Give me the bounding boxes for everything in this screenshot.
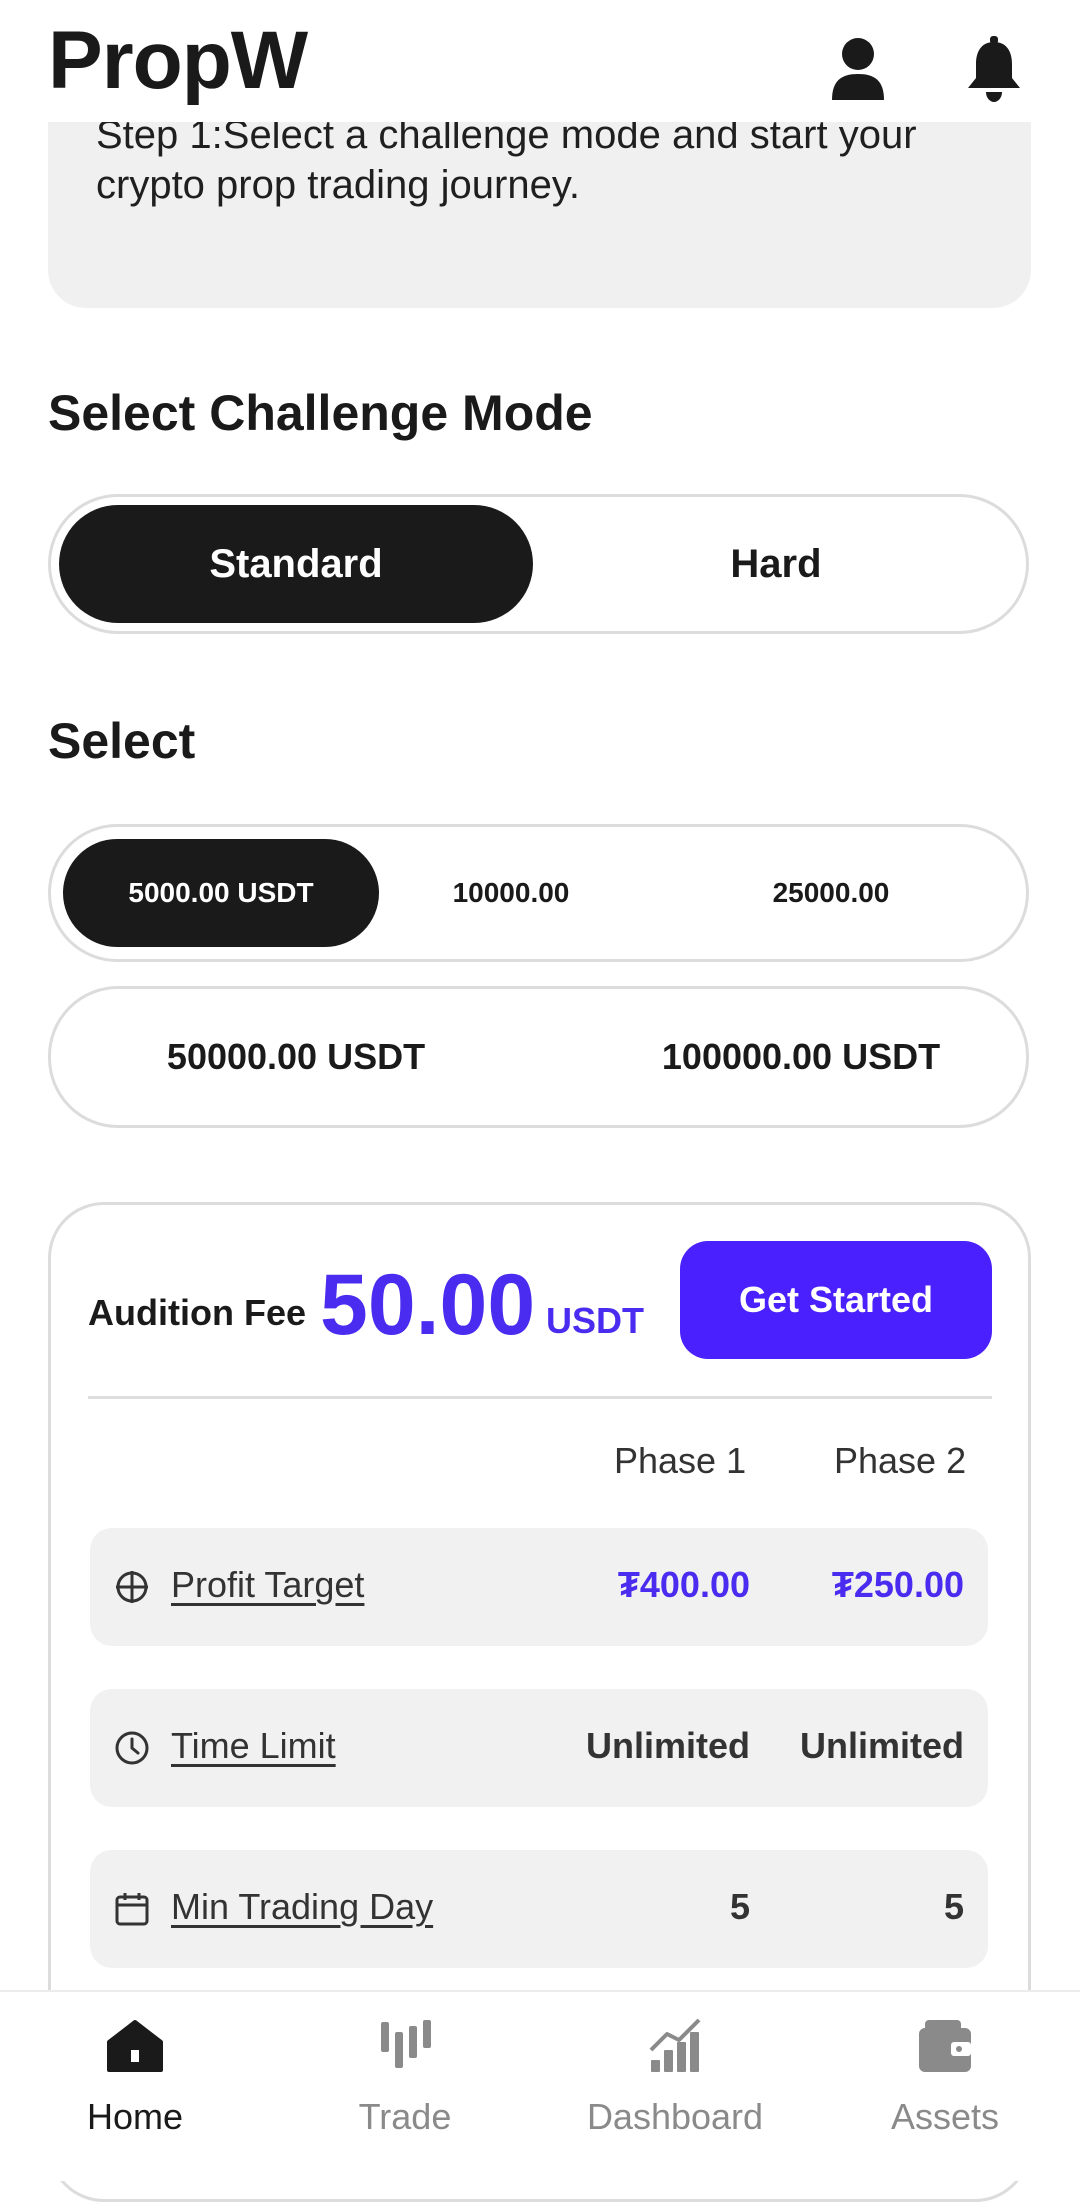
profile-icon[interactable] — [828, 34, 888, 104]
nav-dashboard-label: Dashboard — [586, 2096, 764, 2137]
audition-fee-label: Audition Fee — [88, 1292, 306, 1333]
calendar-icon — [114, 1891, 150, 1927]
audition-fee-unit: USDT — [546, 1300, 644, 1341]
target-icon — [114, 1569, 150, 1605]
bell-icon[interactable] — [964, 34, 1024, 104]
candlestick-icon — [375, 2016, 435, 2076]
challenge-mode-title: Select Challenge Mode — [48, 385, 593, 441]
chart-icon — [645, 2016, 705, 2076]
bottom-nav: Home Trade Dashboard Assets — [0, 1990, 1080, 2181]
amount-25000-button[interactable]: 25000.00 — [701, 839, 961, 947]
nav-trade-label: Trade — [358, 2096, 452, 2137]
info-text: Step 1:Select a challenge mode and start… — [96, 122, 917, 207]
phase-1-header: Phase 1 — [614, 1440, 747, 1481]
mode-standard-button[interactable]: Standard — [59, 505, 533, 623]
amount-100000-button[interactable]: 100000.00 USDT — [611, 1003, 991, 1111]
amount-row-1: 5000.00 USDT 10000.00 25000.00 — [48, 824, 1029, 962]
nav-assets[interactable]: Assets — [810, 1992, 1080, 2181]
nav-home[interactable]: Home — [0, 1992, 270, 2181]
min-trading-day-phase-1: 5 — [729, 1886, 750, 1927]
amount-select-title: Select — [48, 713, 196, 769]
profit-target-phase-1: ₮400.00 — [617, 1564, 750, 1605]
min-trading-day-label[interactable]: Min Trading Day — [171, 1886, 433, 1928]
divider — [88, 1396, 992, 1399]
time-limit-phase-1: Unlimited — [585, 1725, 750, 1766]
nav-home-label: Home — [86, 2096, 184, 2137]
audition-fee-amount: 50.00 — [320, 1257, 536, 1353]
amount-10000-button[interactable]: 10000.00 — [391, 839, 631, 947]
wallet-icon — [915, 2016, 975, 2076]
info-card: Step 1:Select a challenge mode and start… — [48, 122, 1031, 308]
rule-row-min-trading-day: Min Trading Day 5 5 — [90, 1850, 988, 1968]
amount-5000-button[interactable]: 5000.00 USDT — [63, 839, 379, 947]
nav-dashboard[interactable]: Dashboard — [540, 1992, 810, 2181]
get-started-button[interactable]: Get Started — [680, 1241, 992, 1359]
amount-row-2: 50000.00 USDT 100000.00 USDT — [48, 986, 1029, 1128]
profit-target-label[interactable]: Profit Target — [171, 1564, 364, 1606]
time-limit-phase-2: Unlimited — [799, 1725, 964, 1766]
nav-assets-label: Assets — [890, 2096, 1000, 2137]
mode-hard-button[interactable]: Hard — [591, 505, 961, 623]
app-title: PropW — [48, 15, 308, 106]
rule-row-time-limit: Time Limit Unlimited Unlimited — [90, 1689, 988, 1807]
nav-trade[interactable]: Trade — [270, 1992, 540, 2181]
amount-50000-button[interactable]: 50000.00 USDT — [111, 1003, 481, 1111]
profit-target-phase-2: ₮250.00 — [831, 1564, 964, 1605]
time-limit-label[interactable]: Time Limit — [171, 1725, 336, 1767]
home-icon — [105, 2016, 165, 2076]
phase-2-header: Phase 2 — [834, 1440, 967, 1481]
challenge-mode-toggle: Standard Hard — [48, 494, 1029, 634]
rule-row-profit-target: Profit Target ₮400.00 ₮250.00 — [90, 1528, 988, 1646]
clock-icon — [114, 1730, 150, 1766]
min-trading-day-phase-2: 5 — [943, 1886, 964, 1927]
